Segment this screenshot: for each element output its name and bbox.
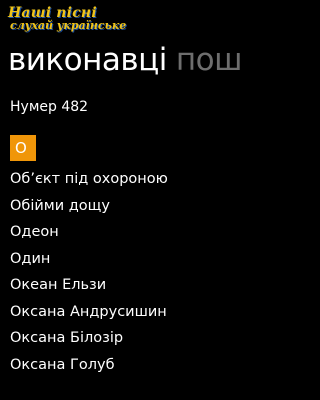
artist-item[interactable]: Одеон xyxy=(10,221,168,248)
group-title: Нумер 482 xyxy=(10,99,89,115)
logo-subtitle: слухай українське xyxy=(10,19,127,32)
pivot-item-search[interactable]: пош xyxy=(176,42,243,78)
pivot-header: виконавці пош xyxy=(8,40,242,80)
artist-item[interactable]: Обійми дощу xyxy=(10,195,168,222)
artist-item[interactable]: Оксана Голуб xyxy=(10,354,168,381)
app-logo: Наші пісні слухай українське xyxy=(6,5,126,35)
artist-item[interactable]: Океан Ельзи xyxy=(10,274,168,301)
artist-item[interactable]: Об’єкт під охороною xyxy=(10,168,168,195)
artist-item[interactable]: Один xyxy=(10,248,168,275)
artist-item[interactable]: Оксана Білозір xyxy=(10,327,168,354)
artist-item[interactable]: Оксана Андрусишин xyxy=(10,301,168,328)
letter-jump-tile[interactable]: О xyxy=(10,135,36,161)
pivot-item-artists[interactable]: виконавці xyxy=(8,42,167,78)
artist-list: Об’єкт під охороною Обійми дощу Одеон Од… xyxy=(10,168,168,380)
